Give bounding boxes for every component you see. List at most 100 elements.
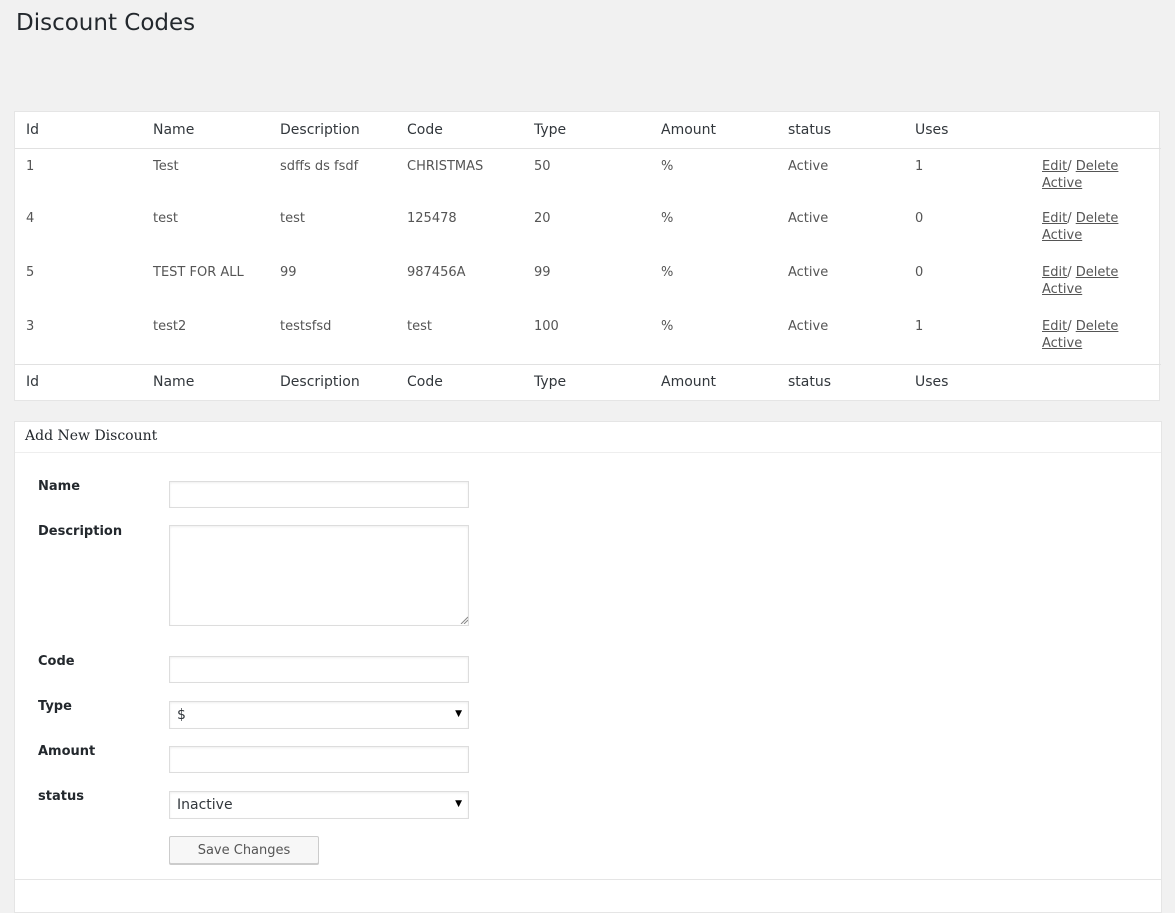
delete-link[interactable]: Delete bbox=[1076, 159, 1119, 174]
table-footer: Id Name Description Code Type Amount status Use… bbox=[15, 363, 1161, 400]
cell-type: 50 bbox=[534, 158, 551, 174]
footer-col-4: Type bbox=[523, 363, 650, 400]
action-separator: / bbox=[1067, 265, 1076, 280]
header-col-8 bbox=[1031, 112, 1161, 149]
table-body: 1 Test sdffs ds fsdf CHRISTMAS 50% Active 1 Edi… bbox=[15, 148, 1161, 364]
footer-col-2: Description bbox=[269, 363, 396, 400]
description-label: Description bbox=[38, 524, 123, 539]
table-row: 1 Test sdffs ds fsdf CHRISTMAS 50% Active 1 Edi… bbox=[15, 148, 1161, 202]
cell-id: 4 bbox=[26, 211, 35, 226]
code-label: Code bbox=[38, 654, 75, 669]
cell-amount: % bbox=[661, 211, 674, 226]
cell-type: 100 bbox=[534, 319, 559, 334]
header-col-6: status bbox=[777, 112, 904, 149]
type-select[interactable]: $ ▼ bbox=[169, 701, 469, 729]
cell-id: 1 bbox=[26, 158, 35, 174]
edit-link[interactable]: Edit bbox=[1042, 265, 1067, 280]
cell-actions: Edit/ Delete Active bbox=[1031, 148, 1161, 202]
cell-uses: 1 bbox=[915, 319, 924, 334]
footer-col-3: Code bbox=[396, 363, 523, 400]
cell-status: Active bbox=[788, 158, 829, 174]
cell-actions: Edit/ Delete Active bbox=[1031, 256, 1161, 310]
delete-link[interactable]: Delete bbox=[1076, 211, 1119, 226]
active-link[interactable]: Active bbox=[1042, 282, 1161, 297]
action-separator: / bbox=[1067, 319, 1076, 334]
action-separator: / bbox=[1067, 158, 1076, 174]
action-separator: / bbox=[1067, 211, 1076, 226]
add-discount-panel: Add New Discount Name Description Code T… bbox=[14, 421, 1162, 913]
cell-description: test bbox=[280, 211, 305, 226]
cell-code: test bbox=[407, 319, 432, 334]
header-col-4: Type bbox=[523, 112, 650, 149]
cell-description: sdffs ds fsdf bbox=[280, 158, 359, 174]
cell-status: Active bbox=[788, 265, 829, 280]
cell-type: 99 bbox=[534, 265, 551, 280]
table-row: 3 test2 testsfsd test 100% Active 1 Edit/ Delet… bbox=[15, 310, 1161, 364]
cell-id: 5 bbox=[26, 265, 35, 280]
cell-amount: % bbox=[661, 319, 674, 334]
add-discount-title: Add New Discount bbox=[15, 422, 1161, 453]
cell-uses: 0 bbox=[915, 211, 924, 226]
active-link[interactable]: Active bbox=[1042, 228, 1161, 243]
status-selected-value: Inactive bbox=[177, 797, 233, 813]
type-selected-value: $ bbox=[177, 707, 186, 723]
edit-link[interactable]: Edit bbox=[1042, 211, 1067, 226]
cell-code: 125478 bbox=[407, 211, 457, 226]
cell-name: Test bbox=[153, 158, 179, 174]
edit-link[interactable]: Edit bbox=[1042, 159, 1067, 174]
page-title: Discount Codes bbox=[16, 10, 196, 36]
chevron-down-icon: ▼ bbox=[455, 709, 462, 719]
active-link[interactable]: Active bbox=[1042, 336, 1161, 351]
cell-status: Active bbox=[788, 211, 829, 226]
active-link[interactable]: Active bbox=[1042, 176, 1161, 191]
footer-col-1: Name bbox=[142, 363, 269, 400]
cell-id: 3 bbox=[26, 319, 35, 334]
header-col-2: Description bbox=[269, 112, 396, 149]
cell-name: test2 bbox=[153, 319, 187, 334]
footer-col-5: Amount bbox=[650, 363, 777, 400]
discount-codes-table: Id Name Description Code Type Amount status Use… bbox=[15, 112, 1161, 400]
footer-col-6: status bbox=[777, 363, 904, 400]
cell-amount: % bbox=[661, 158, 674, 174]
footer-col-7: Uses bbox=[904, 363, 1031, 400]
amount-label: Amount bbox=[38, 744, 96, 759]
header-col-7: Uses bbox=[904, 112, 1031, 149]
cell-actions: Edit/ Delete Active bbox=[1031, 202, 1161, 256]
delete-link[interactable]: Delete bbox=[1076, 319, 1119, 334]
footer-col-8 bbox=[1031, 363, 1161, 400]
cell-code: 987456A bbox=[407, 265, 466, 280]
save-changes-button[interactable]: Save Changes bbox=[169, 836, 319, 864]
code-input[interactable] bbox=[169, 656, 469, 683]
header-col-3: Code bbox=[396, 112, 523, 149]
resize-grip-icon[interactable] bbox=[460, 616, 468, 624]
discount-codes-table-container: Id Name Description Code Type Amount status Use… bbox=[14, 111, 1161, 401]
cell-description: 99 bbox=[280, 265, 297, 280]
header-col-5: Amount bbox=[650, 112, 777, 149]
table-header: Id Name Description Code Type Amount status Use… bbox=[15, 112, 1161, 149]
header-col-1: Name bbox=[142, 112, 269, 149]
amount-input[interactable] bbox=[169, 746, 469, 773]
cell-actions: Edit/ Delete Active bbox=[1031, 310, 1161, 364]
delete-link[interactable]: Delete bbox=[1076, 265, 1119, 280]
panel-divider bbox=[15, 879, 1161, 880]
description-textarea[interactable] bbox=[169, 525, 469, 626]
cell-code: CHRISTMAS bbox=[407, 158, 484, 174]
cell-uses: 0 bbox=[915, 265, 924, 280]
edit-link[interactable]: Edit bbox=[1042, 319, 1067, 334]
type-label: Type bbox=[38, 699, 72, 714]
cell-uses: 1 bbox=[915, 158, 924, 174]
cell-amount: % bbox=[661, 265, 674, 280]
cell-description: testsfsd bbox=[280, 319, 332, 334]
name-label: Name bbox=[38, 479, 81, 494]
cell-type: 20 bbox=[534, 211, 551, 226]
cell-name: test bbox=[153, 211, 178, 226]
status-select[interactable]: Inactive ▼ bbox=[169, 791, 469, 819]
chevron-down-icon: ▼ bbox=[455, 799, 462, 809]
status-label: status bbox=[38, 789, 84, 804]
table-row: 4 test test 125478 20% Active 0 Edit/ Delete Act… bbox=[15, 202, 1161, 256]
header-col-0: Id bbox=[15, 112, 142, 149]
table-row: 5 TEST FOR ALL 99 987456A 99% Active 0 Edit/ De… bbox=[15, 256, 1161, 310]
footer-col-0: Id bbox=[15, 363, 142, 400]
name-input[interactable] bbox=[169, 481, 469, 508]
cell-name: TEST FOR ALL bbox=[153, 265, 244, 280]
